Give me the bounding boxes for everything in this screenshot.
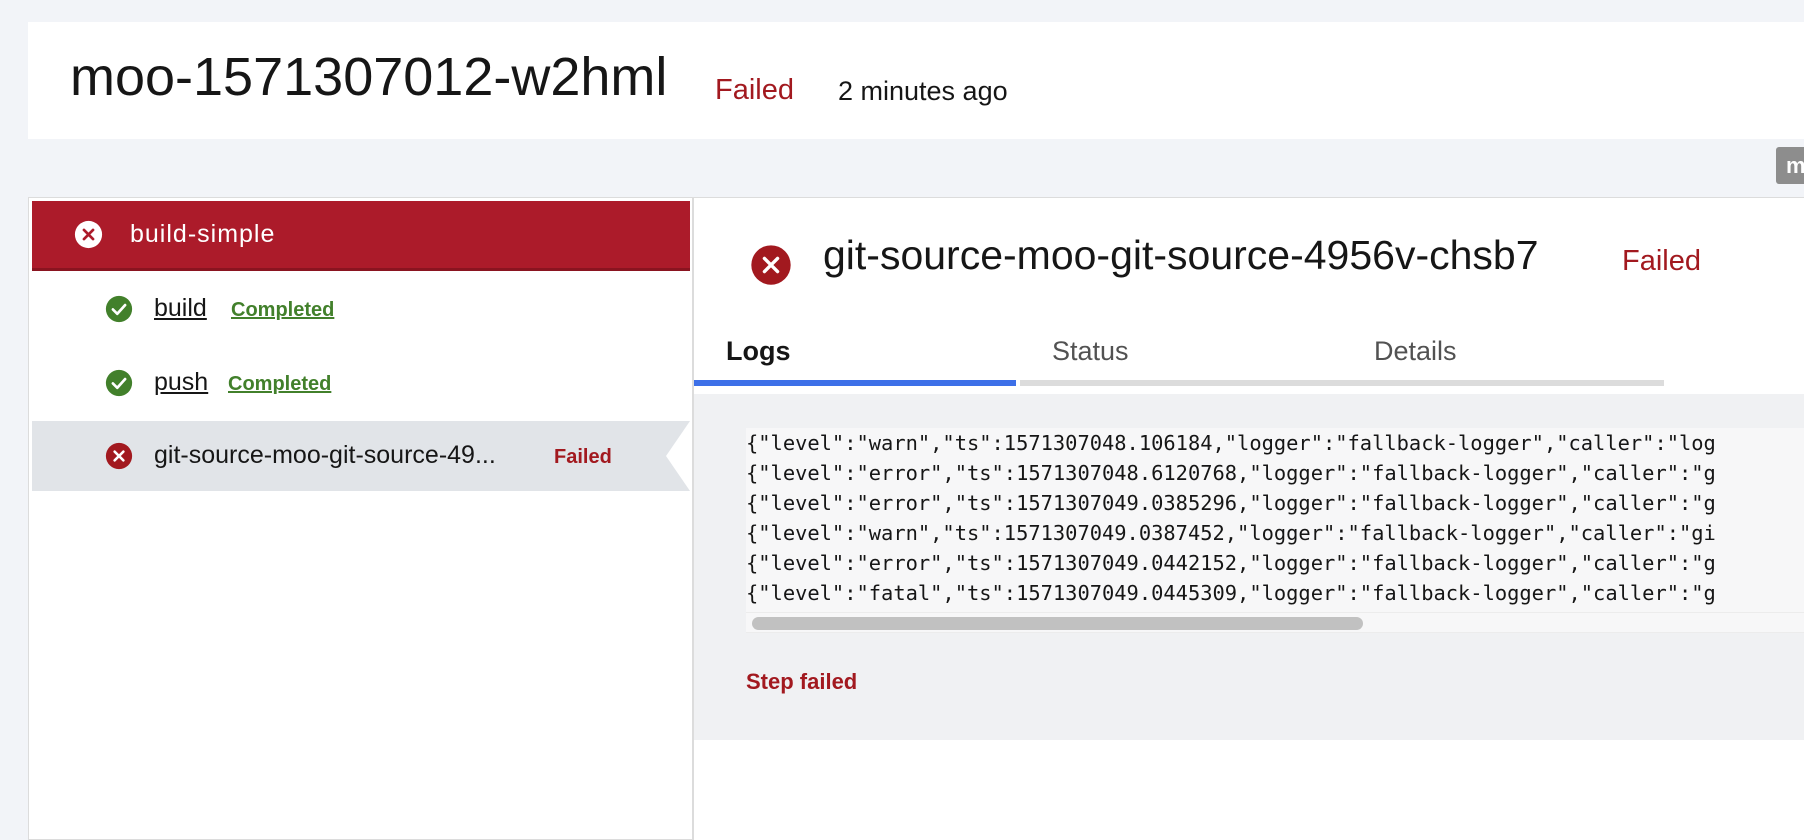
- log-line: {"level":"warn","ts":1571307049.0387452,…: [746, 521, 1716, 545]
- horizontal-scrollbar[interactable]: [746, 612, 1804, 633]
- log-line: {"level":"error","ts":1571307049.0385296…: [746, 491, 1716, 515]
- log-output[interactable]: {"level":"warn","ts":1571307048.106184,"…: [746, 428, 1804, 633]
- log-line: {"level":"error","ts":1571307049.0442152…: [746, 551, 1716, 575]
- tab-status[interactable]: Status: [1020, 326, 1342, 386]
- step-status-badge: Completed: [231, 299, 335, 321]
- task-build-simple[interactable]: build-simple: [32, 201, 690, 271]
- checkmark-icon: [105, 295, 133, 323]
- error-icon: [105, 442, 133, 470]
- log-line: {"level":"error","ts":1571307048.6120768…: [746, 461, 1716, 485]
- tab-details[interactable]: Details: [1342, 326, 1664, 386]
- run-timestamp: 2 minutes ago: [838, 76, 1008, 106]
- corner-chip[interactable]: m: [1776, 147, 1804, 184]
- pipeline-run-title: moo-1571307012-w2hml: [70, 47, 668, 107]
- step-status: Failed: [1622, 245, 1701, 277]
- task-tree-sidebar: build-simple build Completed push Comple…: [28, 197, 692, 840]
- step-name[interactable]: git-source-moo-git-source-49...: [154, 442, 534, 468]
- task-label: build-simple: [130, 220, 276, 248]
- log-area: {"level":"warn","ts":1571307048.106184,"…: [694, 394, 1804, 740]
- step-title: git-source-moo-git-source-4956v-chsb7: [823, 232, 1539, 278]
- step-detail-panel: git-source-moo-git-source-4956v-chsb7 Fa…: [692, 197, 1804, 840]
- tab-label: Details: [1374, 336, 1457, 366]
- run-header: moo-1571307012-w2hml Failed 2 minutes ag…: [28, 22, 1804, 139]
- tab-label: Logs: [726, 336, 791, 366]
- step-push[interactable]: push Completed: [32, 348, 690, 418]
- step-status-badge: Completed: [228, 373, 332, 395]
- step-name[interactable]: build: [154, 295, 207, 322]
- scrollbar-thumb[interactable]: [752, 617, 1363, 630]
- error-icon: [751, 245, 791, 285]
- selected-indicator-arrow: [666, 421, 690, 491]
- run-status: Failed: [715, 74, 794, 106]
- tab-label: Status: [1052, 336, 1129, 366]
- step-git-source[interactable]: git-source-moo-git-source-49... Failed: [32, 421, 690, 491]
- tab-logs[interactable]: Logs: [694, 326, 1016, 386]
- step-failed-message: Step failed: [746, 669, 858, 694]
- step-name[interactable]: push: [154, 369, 208, 396]
- step-build[interactable]: build Completed: [32, 274, 690, 344]
- error-icon: [74, 220, 103, 249]
- log-line: {"level":"fatal","ts":1571307049.0445309…: [746, 581, 1716, 605]
- step-status-badge: Failed: [554, 446, 612, 468]
- log-line: {"level":"warn","ts":1571307048.106184,"…: [746, 431, 1716, 455]
- checkmark-icon: [105, 369, 133, 397]
